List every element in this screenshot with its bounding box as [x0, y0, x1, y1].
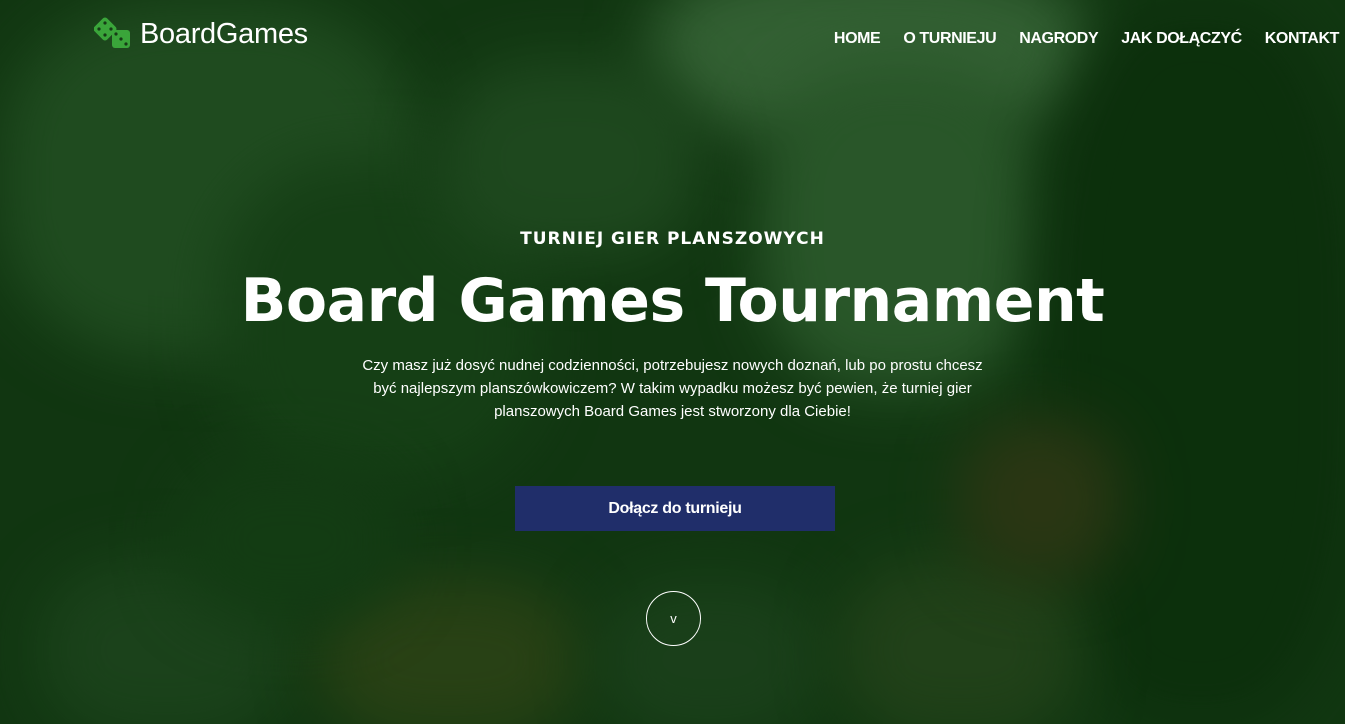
hero-section: BoardGames HOME O TURNIEJU NAGRODY JAK D…: [0, 0, 1345, 724]
brand-logo-link[interactable]: BoardGames: [94, 16, 308, 52]
chevron-down-icon: v: [670, 611, 677, 626]
hero-description: Czy masz już dosyć nudnej codzienności, …: [362, 357, 983, 420]
main-nav: HOME O TURNIEJU NAGRODY JAK DOŁĄCZYĆ KON…: [834, 30, 1339, 48]
nav-item-home[interactable]: HOME: [834, 30, 881, 48]
nav-item-o-turnieju[interactable]: O TURNIEJU: [903, 30, 996, 48]
dice-icon: [94, 17, 130, 48]
nav-item-jak-dolaczyc[interactable]: JAK DOŁĄCZYĆ: [1121, 30, 1242, 48]
nav-item-nagrody[interactable]: NAGRODY: [1019, 30, 1098, 48]
join-tournament-button[interactable]: Dołącz do turnieju: [515, 486, 835, 531]
scroll-down-button[interactable]: v: [646, 591, 701, 646]
hero-title: Board Games Tournament: [240, 266, 1105, 336]
nav-item-kontakt[interactable]: KONTAKT: [1265, 30, 1340, 48]
brand-name: BoardGames: [140, 17, 308, 50]
hero-kicker: TURNIEJ GIER PLANSZOWYCH: [520, 229, 825, 249]
